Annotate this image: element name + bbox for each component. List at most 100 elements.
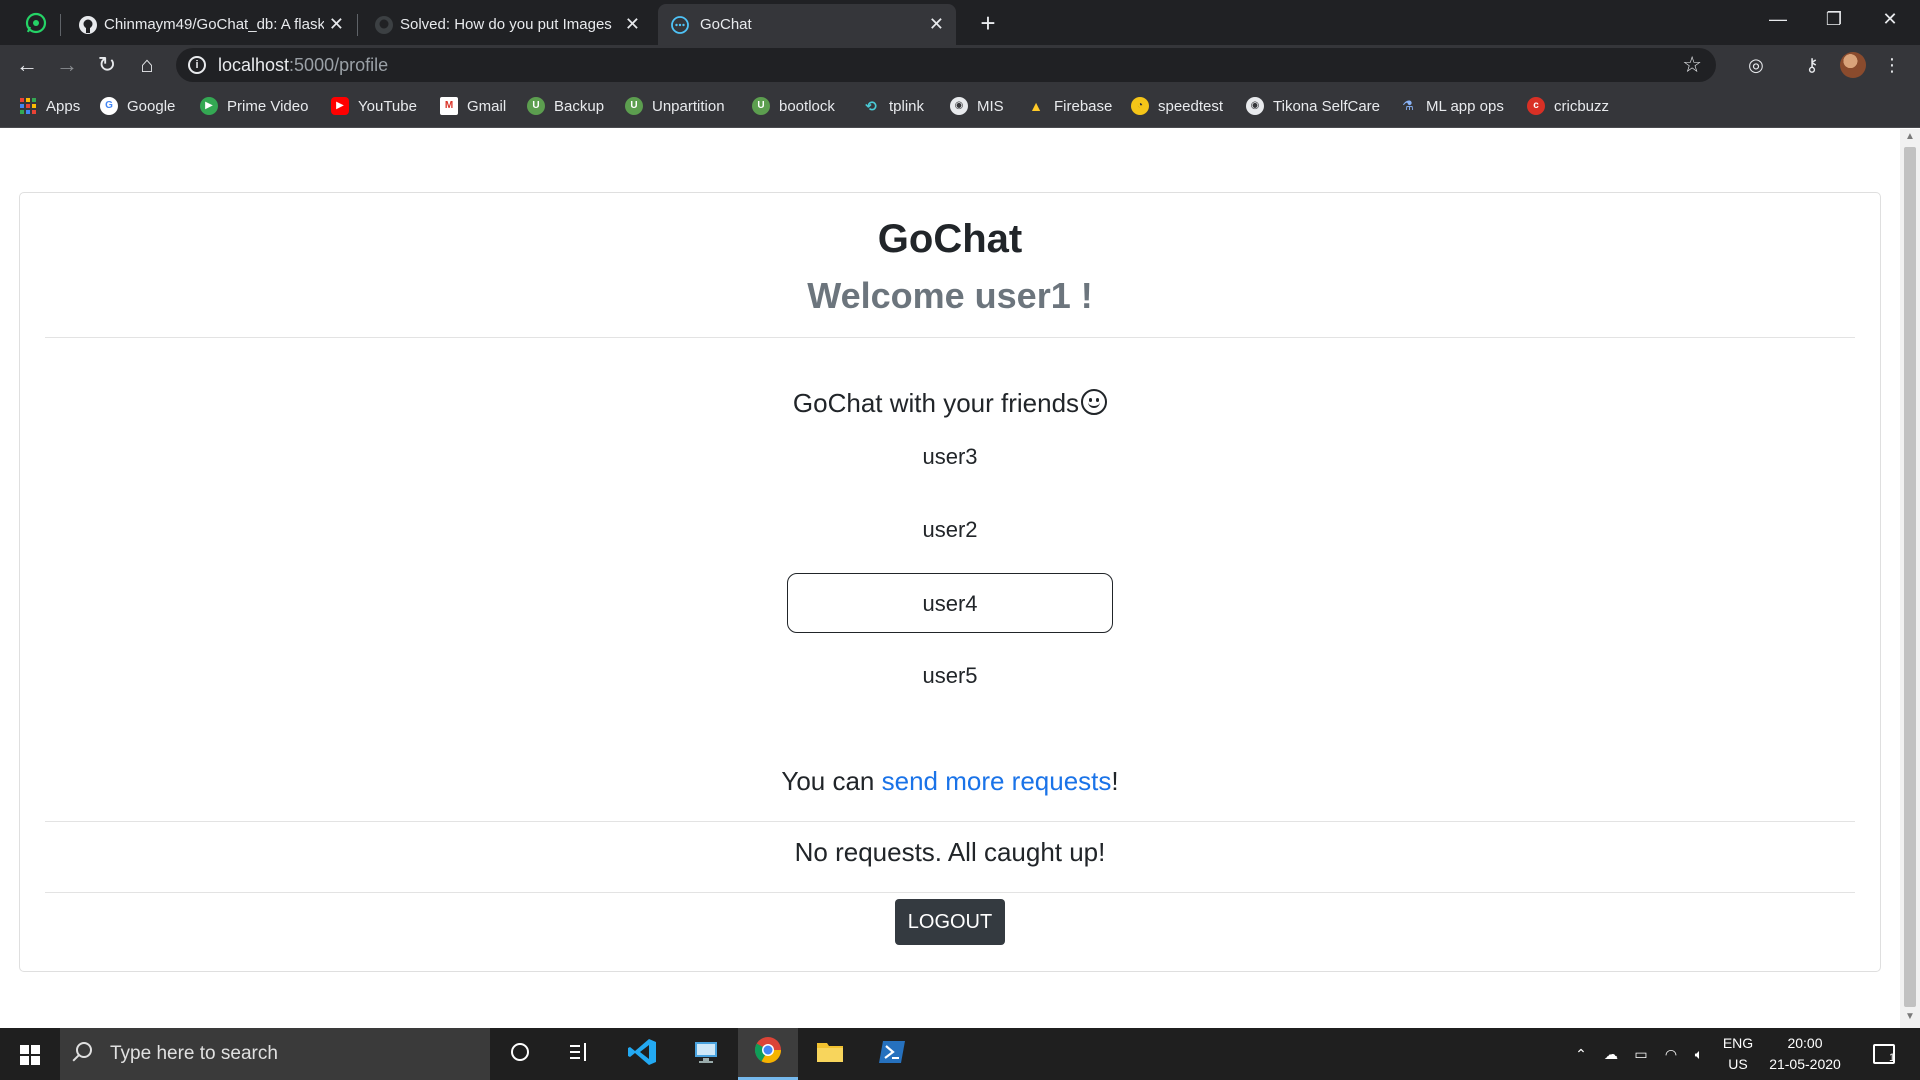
youtube-icon: ▶ (331, 97, 349, 115)
extension-icon[interactable]: ◎ (1744, 53, 1768, 77)
tab-title: Chinmaym49/GoChat_db: A flask (104, 16, 324, 33)
bookmark-label: Prime Video (227, 97, 309, 115)
address-bar[interactable]: i localhost:5000/profile ☆ (176, 48, 1716, 82)
divider (45, 821, 1855, 822)
whatsapp-icon (25, 12, 47, 38)
menu-icon[interactable]: ⋮ (1880, 53, 1904, 77)
bookmark-cricbuzz[interactable]: c cricbuzz (1527, 95, 1609, 117)
apps-grid-icon (20, 98, 36, 114)
bookmark-label: cricbuzz (1554, 97, 1610, 115)
profile-avatar[interactable] (1840, 52, 1866, 78)
bookmark-youtube[interactable]: ▶ YouTube (331, 95, 417, 117)
start-button[interactable] (0, 1028, 60, 1080)
close-icon[interactable]: ✕ (625, 14, 640, 35)
tab-github-gochat[interactable]: Chinmaym49/GoChat_db: A flask ✕ (66, 4, 356, 45)
url-text[interactable]: localhost:5000/profile (218, 55, 388, 76)
bookmark-gmail[interactable]: M Gmail (440, 95, 506, 117)
restore-button[interactable]: ❐ (1806, 0, 1862, 38)
bookmarks-bar: Apps G Google ▶ Prime Video ▶ YouTube M … (0, 85, 1920, 128)
send-requests-line: You can send more requests! (20, 766, 1880, 797)
globe-icon: ◉ (950, 97, 968, 115)
onedrive-icon[interactable]: ☁ (1598, 1028, 1624, 1080)
tab-gochat[interactable]: GoChat ✕ (658, 4, 956, 45)
key-icon[interactable]: ⚷ (1800, 53, 1824, 77)
bookmark-star-icon[interactable]: ☆ (1682, 52, 1702, 78)
ubuntu-icon: U (625, 97, 643, 115)
divider (45, 337, 1855, 338)
tab-whatsapp[interactable] (14, 4, 58, 45)
cortana-button[interactable] (490, 1028, 550, 1080)
play-icon: ▶ (200, 97, 218, 115)
system-clock[interactable]: 20:00 21-05-2020 (1760, 1033, 1850, 1075)
chrome-app[interactable] (738, 1028, 798, 1080)
friends-heading: GoChat with your friends (20, 388, 1880, 419)
divider (45, 892, 1855, 893)
close-window-button[interactable]: ✕ (1862, 0, 1918, 38)
minimize-button[interactable]: — (1750, 0, 1806, 38)
bookmark-ml-app-ops[interactable]: ⚗ ML app ops (1399, 95, 1504, 117)
scroll-up-arrow-icon[interactable]: ▲ (1904, 131, 1916, 142)
bookmark-firebase[interactable]: ▲ Firebase (1027, 95, 1112, 117)
bookmark-prime-video[interactable]: ▶ Prime Video (200, 95, 308, 117)
bookmark-label: Tikona SelfCare (1273, 97, 1380, 115)
page-title: GoChat (877, 217, 1023, 261)
home-icon[interactable]: ⌂ (132, 50, 162, 80)
close-icon[interactable]: ✕ (929, 14, 944, 35)
speedtest-icon: ◔ (1131, 97, 1149, 115)
bookmark-tikona[interactable]: ◉ Tikona SelfCare (1246, 95, 1380, 117)
tab-solved-images[interactable]: Solved: How do you put Images ✕ (362, 4, 652, 45)
bookmark-unpartition[interactable]: U Unpartition (625, 95, 725, 117)
friend-item-user4[interactable]: user4 (787, 573, 1113, 633)
remote-desktop-app[interactable] (676, 1028, 736, 1080)
remote-desktop-icon (691, 1037, 721, 1072)
volume-icon[interactable]: 🔈︎ (1686, 1028, 1712, 1080)
keyboard-layout: US (1728, 1056, 1748, 1072)
flask-icon: ⚗ (1402, 98, 1414, 113)
info-icon[interactable]: i (188, 56, 206, 74)
reload-icon[interactable]: ↻ (92, 50, 122, 80)
smiley-icon (1081, 389, 1108, 415)
github-icon (78, 15, 98, 35)
new-tab-button[interactable]: + (970, 6, 1006, 40)
vscode-app[interactable] (613, 1028, 673, 1080)
task-view-button[interactable] (550, 1028, 610, 1080)
bookmark-google[interactable]: G Google (100, 95, 175, 117)
chevron-up-icon[interactable]: ⌃ (1570, 1028, 1592, 1080)
welcome-text: Welcome user1 ! (807, 275, 1093, 316)
bookmark-tplink[interactable]: ⟲ tplink (862, 95, 924, 117)
scrollbar-thumb[interactable] (1904, 147, 1916, 1007)
url-host: localhost (218, 55, 290, 75)
battery-icon[interactable]: ▭ (1628, 1028, 1654, 1080)
browser-toolbar: ← → ↻ ⌂ i localhost:5000/profile ☆ ◎ ⚷ ⋮ (0, 45, 1920, 85)
file-explorer-app[interactable] (800, 1028, 860, 1080)
clock-time: 20:00 (1787, 1035, 1823, 1051)
bookmark-speedtest[interactable]: ◔ speedtest (1131, 95, 1223, 117)
bookmark-apps[interactable]: Apps (20, 95, 80, 117)
taskbar-search[interactable]: Type here to search (60, 1028, 490, 1080)
bookmark-label: Firebase (1054, 97, 1113, 115)
bookmark-bootlock[interactable]: U bootlock (752, 95, 835, 117)
bookmark-label: Apps (46, 97, 81, 115)
clock-date: 21-05-2020 (1769, 1056, 1841, 1072)
wifi-icon[interactable]: ◠ (1658, 1028, 1684, 1080)
bookmark-mis[interactable]: ◉ MIS (950, 95, 1004, 117)
tab-separator (357, 14, 358, 36)
close-icon[interactable]: ✕ (329, 14, 344, 35)
folder-icon (815, 1038, 845, 1071)
back-icon[interactable]: ← (12, 50, 42, 80)
powershell-app[interactable] (862, 1028, 922, 1080)
page-scrollbar[interactable]: ▲ ▼ (1900, 129, 1920, 1028)
forward-icon[interactable]: → (52, 50, 82, 80)
scroll-down-arrow-icon[interactable]: ▼ (1904, 1011, 1916, 1022)
friend-item-user3[interactable]: user3 (787, 427, 1113, 487)
input-language[interactable]: ENG US (1718, 1033, 1758, 1075)
notifications-button[interactable]: 1 (1864, 1028, 1904, 1080)
ubuntu-icon: U (752, 97, 770, 115)
friend-item-user5[interactable]: user5 (787, 646, 1113, 706)
no-requests-text: No requests. All caught up! (794, 837, 1106, 867)
logout-button[interactable]: LOGOUT (895, 899, 1005, 945)
chrome-icon (753, 1035, 783, 1070)
send-more-requests-link[interactable]: send more requests (882, 766, 1112, 796)
friend-item-user2[interactable]: user2 (787, 500, 1113, 560)
bookmark-backup[interactable]: U Backup (527, 95, 604, 117)
